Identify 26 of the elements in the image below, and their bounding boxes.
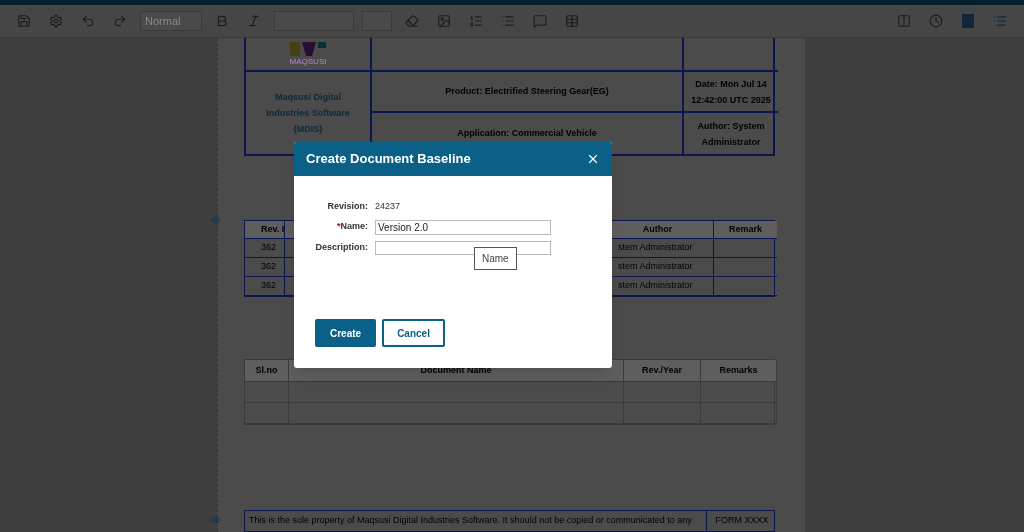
table-cell: Date: Mon Jul 14 12:42:00 UTC 2025 [684,72,778,113]
form-code: FORM XXXX [714,514,770,528]
column-header: Rev. I [245,221,285,240]
table-cell-text: Author: System Administrator [696,119,766,149]
table-cell: 362 [245,258,285,278]
cancel-button[interactable]: Cancel [382,319,445,347]
field-label: Revision: [326,200,368,213]
logo-text: MAQSUSI [289,56,327,68]
column-header: Rev./Year [624,360,701,383]
field-label: *Name: [335,220,368,234]
eye-icon[interactable] [211,215,221,225]
column-header: Remark [714,221,777,240]
column-header: Sl.no [245,360,289,383]
close-icon[interactable] [586,152,600,166]
eye-icon[interactable] [211,515,221,525]
field-label: Description: [314,240,368,254]
column-header: Remarks [701,360,777,383]
tooltip: Name [474,247,517,270]
table-cell: 362 [245,277,285,297]
table-cell: Product: Electrified Steering Gear(EG) [372,72,684,113]
footer-notice: This is the sole property of Maqsusi Digital Industries Software. It should not be copied or communicated to any [245,511,707,531]
revision-value: 24237 [375,200,402,213]
name-field[interactable]: Version 2.0 [375,219,551,235]
logo-icon [288,42,328,56]
table-cell: 362 [245,239,285,259]
create-button[interactable]: Create [315,319,377,347]
